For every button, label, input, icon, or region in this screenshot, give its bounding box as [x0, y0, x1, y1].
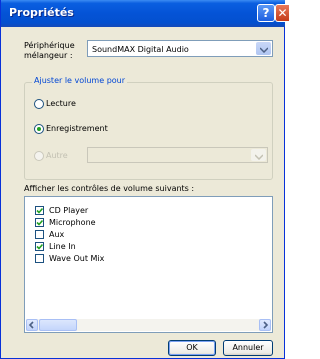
- list-item-label: CD Player: [49, 206, 89, 215]
- controls-header: Afficher les contrôles de volume suivant…: [24, 184, 195, 193]
- window-title: Propriétés: [9, 6, 74, 19]
- radio-other: [34, 151, 44, 161]
- mixer-device-value: SoundMAX Digital Audio: [92, 45, 189, 54]
- checkbox-aux[interactable]: [35, 230, 44, 239]
- mixer-device-dropdown[interactable]: SoundMAX Digital Audio: [87, 40, 273, 57]
- list-item-label: Microphone: [49, 218, 96, 227]
- checkbox-cd-player[interactable]: [35, 206, 44, 215]
- help-button[interactable]: ?: [257, 4, 275, 22]
- list-item-label: Line In: [49, 242, 76, 251]
- radio-recording-label[interactable]: Enregistrement: [46, 124, 108, 133]
- checkbox-microphone[interactable]: [35, 218, 44, 227]
- title-bar[interactable]: Propriétés ? ✕: [1, 0, 289, 27]
- device-label-line1: Périphérique: [24, 41, 75, 50]
- adjust-volume-legend: Ajuster le volume pour: [32, 76, 128, 85]
- checkbox-line-in[interactable]: [35, 242, 44, 251]
- scroll-right-button[interactable]: [259, 319, 271, 331]
- radio-recording[interactable]: [34, 124, 44, 134]
- chevron-down-icon[interactable]: [256, 42, 271, 55]
- scroll-left-button[interactable]: [26, 319, 38, 331]
- radio-playback-label[interactable]: Lecture: [46, 99, 76, 108]
- radio-playback[interactable]: [34, 99, 44, 109]
- other-device-dropdown: [87, 147, 268, 163]
- properties-dialog: Propriétés ? ✕ Périphérique mélangeur : …: [0, 0, 289, 359]
- ok-button[interactable]: OK: [168, 340, 216, 356]
- volume-controls-list: CD Player Microphone Aux Line In Wave Ou…: [24, 196, 273, 333]
- radio-other-label: Autre: [46, 151, 68, 160]
- cancel-button[interactable]: Annuler: [223, 340, 273, 356]
- list-item-label: Aux: [49, 230, 65, 239]
- chevron-down-icon-disabled: [251, 149, 266, 161]
- scroll-thumb[interactable]: [39, 319, 77, 331]
- horizontal-scrollbar[interactable]: [26, 319, 271, 331]
- chevron-right-icon: [263, 321, 269, 329]
- chevron-left-icon: [28, 321, 34, 329]
- device-label-line2: mélangeur :: [24, 51, 73, 60]
- close-button[interactable]: ✕: [275, 4, 289, 22]
- list-item-label: Wave Out Mix: [49, 254, 105, 263]
- checkbox-wave-out-mix[interactable]: [35, 254, 44, 263]
